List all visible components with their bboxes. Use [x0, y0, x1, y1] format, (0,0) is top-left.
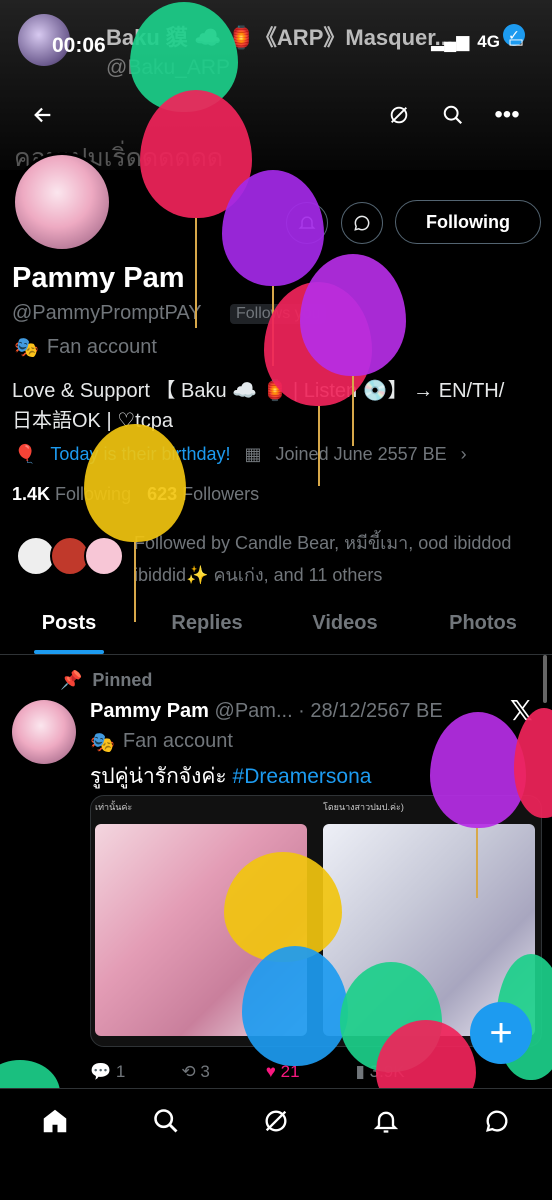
network-label: 4G: [477, 32, 500, 51]
pinned-label: Pinned: [92, 670, 153, 690]
fan-account-label: 🎭 Fan account: [14, 335, 157, 360]
post-text: รูปคู่น่ารักจังค่ะ #Dreamersona: [90, 760, 371, 793]
scrollbar[interactable]: [543, 655, 547, 703]
profile-meta: 🎈 Today is their birthday! ▦ Joined June…: [14, 444, 467, 465]
search-icon[interactable]: [434, 96, 472, 134]
fan-account-text: Fan account: [46, 336, 157, 358]
post-author-avatar[interactable]: [12, 700, 76, 764]
joined-date: Joined June 2557 BE: [275, 444, 447, 464]
media-caption-right: โดยนางสาวปมป.ค่ะ): [323, 802, 404, 812]
pin-icon: 📌: [60, 670, 83, 690]
repost-button[interactable]: ⟲ 3: [181, 1062, 209, 1082]
notifications-icon[interactable]: [366, 1101, 406, 1141]
pinned-indicator: 📌 Pinned: [60, 670, 152, 691]
battery-icon: ▭: [507, 32, 524, 51]
followed-by-text[interactable]: Followed by Candle Bear, หมีขี้เมา, ood …: [134, 527, 544, 591]
post-fan-label: 🎭 Fan account: [90, 730, 233, 755]
balloon-icon: [430, 712, 526, 828]
follower-avatar-3: [84, 536, 124, 576]
mask-icon: 🎭: [14, 337, 39, 359]
balloon-string: [318, 406, 320, 486]
home-icon[interactable]: [35, 1101, 75, 1141]
back-icon[interactable]: [24, 96, 62, 134]
search-icon[interactable]: [146, 1101, 186, 1141]
grok-icon[interactable]: [256, 1101, 296, 1141]
balloon-string: [352, 376, 354, 446]
post-author-name[interactable]: Pammy Pam: [90, 700, 209, 722]
balloon-icon: [242, 946, 348, 1066]
more-icon[interactable]: •••: [488, 96, 526, 134]
grok-icon[interactable]: [380, 96, 418, 134]
post-hashtag[interactable]: #Dreamersona: [233, 765, 372, 788]
profile-name: Pammy Pam: [12, 262, 185, 294]
compose-button[interactable]: +: [470, 1002, 532, 1064]
bottom-nav: [0, 1088, 552, 1200]
reply-button[interactable]: 💬 1: [90, 1062, 125, 1082]
media-caption-left: เท่านั้นค่ะ: [95, 802, 133, 812]
balloon-icon: 🎈: [14, 444, 37, 464]
tab-replies[interactable]: Replies: [138, 600, 276, 654]
balloon-icon: [222, 170, 324, 286]
status-icons: ▂▄▆ 4G ▭: [431, 32, 524, 52]
tab-posts[interactable]: Posts: [0, 600, 138, 654]
status-time: 00:06: [52, 34, 106, 57]
profile-avatar[interactable]: [12, 152, 112, 252]
balloon-icon: [84, 424, 186, 542]
post-body: รูปคู่น่ารักจังค่ะ: [90, 765, 233, 788]
chevron-right-icon[interactable]: ›: [461, 444, 467, 465]
message-button[interactable]: [341, 202, 383, 244]
signal-icon: ▂▄▆: [431, 32, 470, 51]
following-button[interactable]: Following: [395, 200, 541, 244]
balloon-string: [195, 218, 197, 328]
profile-tabs: Posts Replies Videos Photos: [0, 600, 552, 655]
post-handle-date: @Pam... · 28/12/2567 BE: [214, 700, 443, 722]
balloon-icon: [224, 852, 342, 962]
balloon-string: [476, 828, 478, 898]
messages-icon[interactable]: [477, 1101, 517, 1141]
post-actions: 💬 1 ⟲ 3 ♥ 21 ▮ 3.9K: [90, 1062, 405, 1082]
tab-videos[interactable]: Videos: [276, 600, 414, 654]
mask-icon: 🎭: [90, 732, 115, 754]
balloon-icon: [300, 254, 406, 376]
post-header: Pammy Pam @Pam... · 28/12/2567 BE: [90, 700, 443, 723]
post-fan-text: Fan account: [122, 730, 233, 752]
bio-line-2: 日本語OK | ♡tcpa: [12, 410, 173, 432]
tab-photos[interactable]: Photos: [414, 600, 552, 654]
profile-handle: @PammyPromptPAY: [12, 302, 202, 324]
calendar-icon: ▦: [244, 444, 262, 464]
balloon-string: [134, 542, 136, 622]
